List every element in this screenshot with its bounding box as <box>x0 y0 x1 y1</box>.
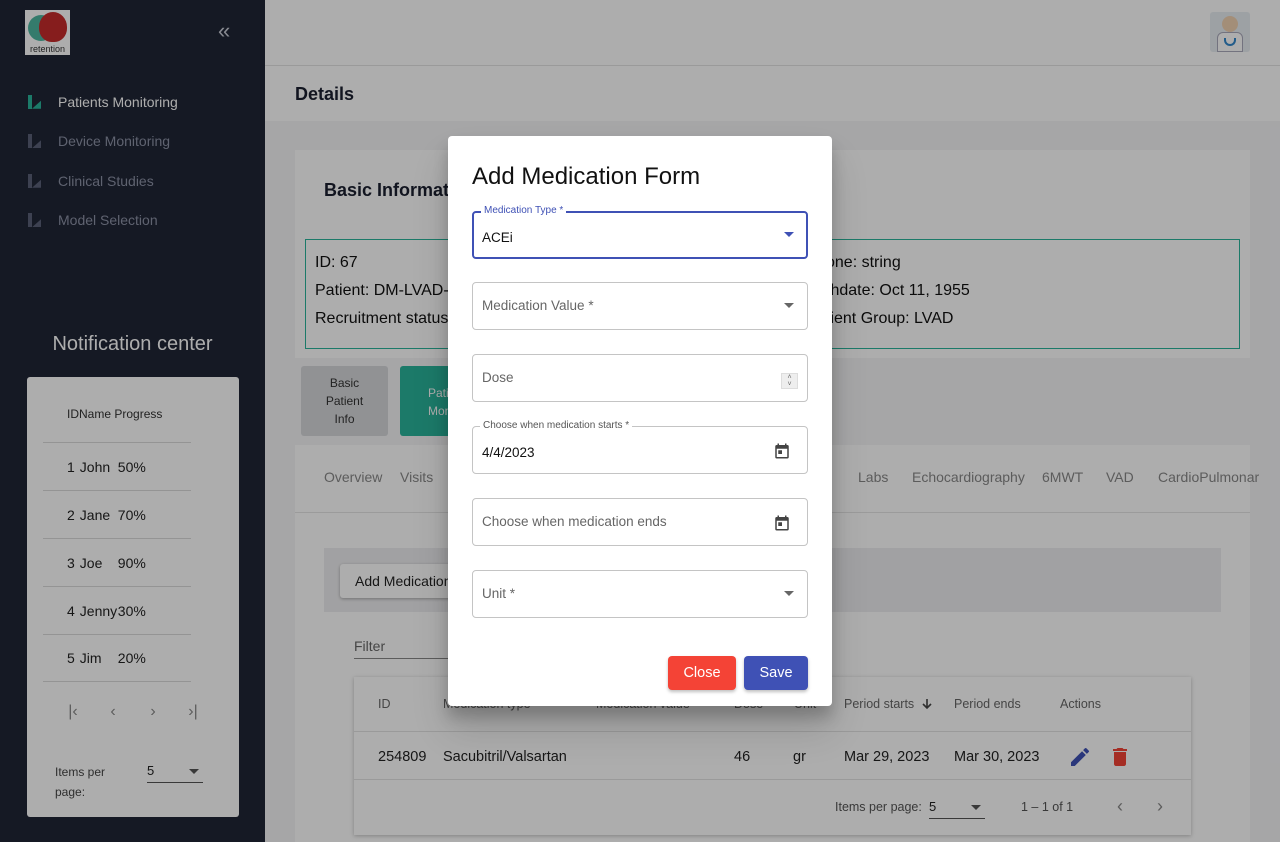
end-date-field[interactable]: Choose when medication ends <box>472 498 808 546</box>
dialog-title: Add Medication Form <box>472 163 701 190</box>
start-date-label: Choose when medication starts * <box>480 420 633 431</box>
dose-input[interactable]: Dose ˄ ˅ <box>472 354 808 402</box>
unit-select[interactable]: Unit * <box>472 570 808 618</box>
calendar-icon[interactable] <box>773 514 791 532</box>
dropdown-arrow-icon <box>784 303 794 308</box>
medication-type-select[interactable]: Medication Type * ACEi <box>472 205 808 259</box>
save-button[interactable]: Save <box>744 656 808 690</box>
medication-type-value: ACEi <box>482 230 513 245</box>
unit-placeholder: Unit * <box>482 586 516 601</box>
calendar-icon[interactable] <box>773 442 791 460</box>
close-button[interactable]: Close <box>668 656 736 690</box>
medication-value-select[interactable]: Medication Value * <box>472 282 808 330</box>
start-date-value: 4/4/2023 <box>482 445 535 460</box>
number-spinner-icon[interactable]: ˄ ˅ <box>781 373 798 389</box>
dose-placeholder: Dose <box>482 370 514 385</box>
medication-type-label: Medication Type * <box>481 205 567 216</box>
dropdown-arrow-icon <box>784 591 794 596</box>
start-date-field[interactable]: Choose when medication starts * 4/4/2023 <box>472 420 808 474</box>
medication-value-placeholder: Medication Value * <box>482 298 594 313</box>
dropdown-arrow-icon <box>784 232 794 237</box>
add-medication-dialog: Add Medication Form Medication Type * AC… <box>448 136 832 706</box>
end-date-placeholder: Choose when medication ends <box>482 514 667 529</box>
